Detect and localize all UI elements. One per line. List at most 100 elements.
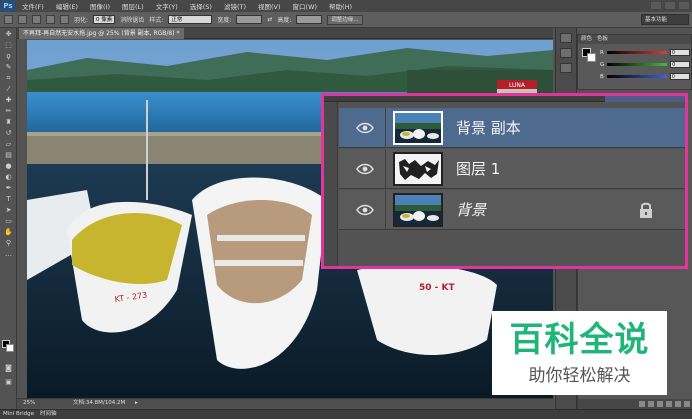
red-channel-label: R xyxy=(600,49,604,56)
delete-layer-icon[interactable] xyxy=(684,401,690,407)
panel-background-swatch[interactable] xyxy=(587,53,596,62)
minimize-button[interactable] xyxy=(650,1,662,10)
maximize-button[interactable] xyxy=(664,1,676,10)
red-slider[interactable] xyxy=(606,51,667,54)
menu-bar: Ps 文件(F) 编辑(E) 图像(I) 图层(L) 文字(Y) 选择(S) 滤… xyxy=(0,0,692,12)
add-mask-icon[interactable] xyxy=(657,401,663,407)
healing-tool-icon[interactable]: ✚ xyxy=(3,96,14,105)
intersect-selection-icon[interactable] xyxy=(60,15,69,24)
layer-row-background-copy[interactable]: 背景 副本 xyxy=(339,108,685,148)
link-layers-icon[interactable] xyxy=(639,401,645,407)
history-brush-tool-icon[interactable]: ↺ xyxy=(3,129,14,138)
width-label: 宽度: xyxy=(217,17,232,24)
tab-timeline[interactable]: 时间轴 xyxy=(40,410,57,419)
visibility-eye-icon[interactable] xyxy=(355,159,375,179)
menu-file[interactable]: 文件(F) xyxy=(16,1,50,11)
gradient-tool-icon[interactable]: ▤ xyxy=(3,151,14,160)
eraser-tool-icon[interactable]: ▱ xyxy=(3,140,14,149)
green-value-field[interactable]: 0 xyxy=(670,61,690,68)
red-value-field[interactable]: 0 xyxy=(669,49,690,56)
path-select-tool-icon[interactable]: ➤ xyxy=(3,206,14,215)
layer-name-layer-1[interactable]: 图层 1 xyxy=(456,159,500,179)
properties-panel-icon[interactable] xyxy=(560,48,572,58)
visibility-eye-icon[interactable] xyxy=(355,200,375,220)
red-channel-row: R 0 xyxy=(600,48,690,57)
watermark-title: 百科全说 xyxy=(509,320,650,360)
stamp-tool-icon[interactable]: ♜ xyxy=(3,118,14,127)
history-panel-icon[interactable] xyxy=(560,33,572,43)
menu-select[interactable]: 选择(S) xyxy=(184,1,218,11)
layer-row-layer-1[interactable]: 图层 1 xyxy=(339,149,685,189)
document-tab-bar: 不再拜-再自然无安水拖.jpg @ 25% (背景 副本, RGB/8) * xyxy=(17,28,553,39)
visibility-eye-icon[interactable] xyxy=(355,118,375,138)
menu-layer[interactable]: 图层(L) xyxy=(116,1,150,11)
app-logo: Ps xyxy=(0,0,16,12)
shape-tool-icon[interactable]: ▭ xyxy=(3,217,14,226)
crop-tool-icon[interactable]: ⌗ xyxy=(3,74,14,83)
document-tab[interactable]: 不再拜-再自然无安水拖.jpg @ 25% (背景 副本, RGB/8) * xyxy=(19,28,184,39)
blue-channel-label: B xyxy=(600,73,604,80)
layer-name-background[interactable]: 背景 xyxy=(456,200,486,220)
options-bar: 羽化: 0 像素 消除锯齿 样式: 正常 宽度: ⇄ 高度: 调整边缘... 基… xyxy=(0,12,692,28)
subtract-selection-icon[interactable] xyxy=(46,15,55,24)
more-tools-icon[interactable]: … xyxy=(3,250,14,259)
quick-select-tool-icon[interactable]: ✎ xyxy=(3,63,14,72)
add-style-icon[interactable] xyxy=(648,401,654,407)
menu-type[interactable]: 文字(Y) xyxy=(150,1,184,11)
antialias-checkbox[interactable]: 消除锯齿 xyxy=(120,15,144,24)
feather-input[interactable]: 0 像素 xyxy=(93,15,116,24)
color-panel: 颜色 色板 R 0 G 0 B 0 xyxy=(577,34,692,90)
menu-window[interactable]: 窗口(W) xyxy=(287,1,324,11)
menu-edit[interactable]: 编辑(E) xyxy=(50,1,84,11)
green-channel-row: G 0 xyxy=(600,60,690,69)
boat-number-2: 50 - KT xyxy=(419,283,456,293)
menu-filter[interactable]: 滤镜(T) xyxy=(218,1,252,11)
menu-help[interactable]: 帮助(H) xyxy=(323,1,358,11)
bottom-panel-tabs: Mini Bridge 时间轴 xyxy=(0,409,692,419)
refine-edge-button[interactable]: 调整边缘... xyxy=(327,14,363,25)
zoom-tool-icon[interactable]: ⚲ xyxy=(3,239,14,248)
status-menu-arrow-icon[interactable]: ▸ xyxy=(135,399,138,408)
dodge-tool-icon[interactable]: ◐ xyxy=(3,173,14,182)
blur-tool-icon[interactable]: ● xyxy=(3,162,14,171)
swap-icon[interactable]: ⇄ xyxy=(267,16,272,23)
layer-row-background[interactable]: 背景 xyxy=(339,190,685,230)
green-channel-label: G xyxy=(600,61,605,68)
close-button[interactable] xyxy=(678,1,690,10)
layers-panel-zoom-callout: 背景 副本 图层 1 背景 xyxy=(321,93,688,269)
menu-view[interactable]: 视图(V) xyxy=(252,1,287,11)
style-select[interactable]: 正常 xyxy=(168,15,213,24)
width-input[interactable] xyxy=(236,15,263,24)
layer-name-background-copy[interactable]: 背景 副本 xyxy=(456,118,521,138)
tab-mini-bridge[interactable]: Mini Bridge xyxy=(3,410,34,419)
eyedropper-tool-icon[interactable]: ⁄ xyxy=(3,85,14,94)
brush-tool-icon[interactable]: ✏ xyxy=(3,107,14,116)
workspace-select[interactable]: 基本功能 xyxy=(641,14,689,25)
zoom-level[interactable]: 25% xyxy=(23,399,35,408)
blue-value-field[interactable]: 0 xyxy=(669,73,690,80)
marquee-tool-icon[interactable] xyxy=(4,15,13,24)
background-color-swatch[interactable] xyxy=(6,344,14,352)
pen-tool-icon[interactable]: ✒ xyxy=(3,184,14,193)
new-layer-icon[interactable] xyxy=(675,401,681,407)
tab-swatches[interactable]: 色板 xyxy=(597,35,608,44)
new-group-icon[interactable] xyxy=(666,401,672,407)
green-slider[interactable] xyxy=(607,63,668,66)
type-tool-icon[interactable]: T xyxy=(3,195,14,204)
move-tool-icon[interactable]: ✥ xyxy=(3,30,14,39)
add-selection-icon[interactable] xyxy=(32,15,41,24)
menu-image[interactable]: 图像(I) xyxy=(84,1,116,11)
tab-color[interactable]: 颜色 xyxy=(581,35,592,44)
quick-mask-icon[interactable]: ◙ xyxy=(3,364,14,373)
height-input[interactable] xyxy=(296,15,323,24)
style-label: 样式: xyxy=(149,17,164,24)
info-panel-icon[interactable] xyxy=(560,63,572,73)
blue-slider[interactable] xyxy=(606,75,667,78)
lasso-tool-icon[interactable]: ϙ xyxy=(3,52,14,61)
layer-thumbnail xyxy=(393,193,443,227)
new-selection-icon[interactable] xyxy=(18,15,27,24)
marquee-tool-icon[interactable]: ⬚ xyxy=(3,41,14,50)
hand-tool-icon[interactable]: ✋ xyxy=(3,228,14,237)
layers-panel-scrollbar[interactable] xyxy=(324,102,338,266)
screen-mode-icon[interactable]: ▣ xyxy=(3,378,14,387)
